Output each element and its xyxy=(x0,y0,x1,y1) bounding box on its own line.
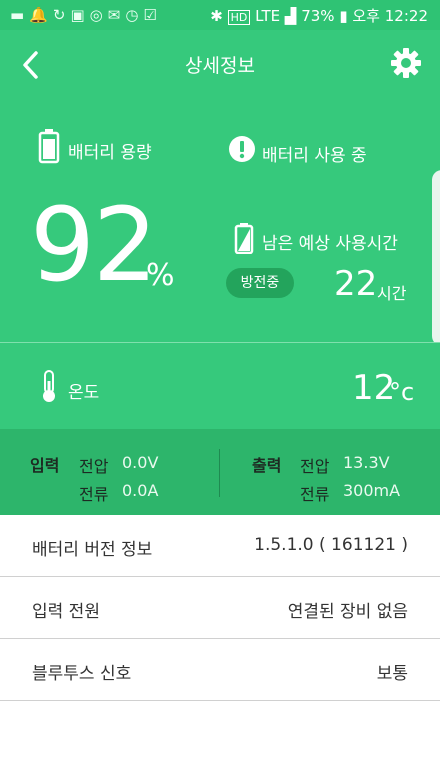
hd-icon: HD xyxy=(227,10,251,25)
status-bar: ▬🔔↻▣◎✉◷☑ ✱ HD LTE ▟ 73% ▮ 오후 12:22 xyxy=(0,0,440,30)
bell-icon: 🔔 xyxy=(29,6,53,24)
image-icon: ▣ xyxy=(70,6,90,24)
output-current: 300mA xyxy=(343,481,401,500)
input-voltage: 0.0V xyxy=(122,453,159,472)
io-divider xyxy=(219,449,220,497)
battery-icon xyxy=(38,129,60,164)
row-label: 입력 전원 xyxy=(32,602,100,622)
clock: 12:22 xyxy=(384,7,428,25)
output-voltage: 13.3V xyxy=(343,453,390,472)
thermometer-icon xyxy=(43,370,55,402)
row-label: 배터리 버전 정보 xyxy=(32,540,153,560)
message-icon: ▬ xyxy=(10,6,30,24)
info-row-bluetooth-signal: 블루투스 신호 보통 xyxy=(0,639,440,701)
bluetooth-icon: ✱ xyxy=(210,7,223,25)
battery-percent: 73% xyxy=(301,7,335,25)
row-value: 보통 xyxy=(376,664,408,684)
discharge-badge: 방전중 xyxy=(226,268,294,298)
io-panel xyxy=(0,429,440,515)
output-title: 출력 xyxy=(252,456,282,475)
remaining-label: 남은 예상 사용시간 xyxy=(262,234,398,254)
page-title: 상세정보 xyxy=(185,55,255,77)
hours-unit: 시간 xyxy=(377,284,407,303)
row-value: 1.5.1.0 ( 161121 ) xyxy=(254,535,408,555)
in-use-label: 배터리 사용 중 xyxy=(262,146,367,166)
row-value: 연결된 장비 없음 xyxy=(287,602,408,622)
alarm-icon: ◷ xyxy=(125,6,144,24)
sync-icon: ↻ xyxy=(52,6,71,24)
input-current-label: 전류 xyxy=(79,485,109,504)
network-type: LTE xyxy=(255,7,281,25)
status-right: ✱ HD LTE ▟ 73% ▮ 오후 12:22 xyxy=(210,5,428,26)
temperature-label: 온도 xyxy=(68,383,100,403)
info-row-input-power: 입력 전원 연결된 장비 없음 xyxy=(0,577,440,639)
checkmark-icon: ☑ xyxy=(143,6,162,24)
refresh-icon: ◎ xyxy=(89,6,108,24)
battery-percent-value: 92 xyxy=(30,186,158,305)
capacity-label: 배터리 용량 xyxy=(68,143,152,163)
alert-icon xyxy=(229,136,255,162)
gear-icon[interactable] xyxy=(389,46,423,80)
output-voltage-label: 전압 xyxy=(300,457,330,476)
input-current: 0.0A xyxy=(122,481,159,500)
signal-icon: ▟ xyxy=(284,7,297,25)
row-label: 블루투스 신호 xyxy=(32,664,132,684)
percent-unit: % xyxy=(146,258,175,293)
output-current-label: 전류 xyxy=(300,485,330,504)
side-handle[interactable] xyxy=(432,170,440,346)
ampm: 오후 xyxy=(352,7,380,25)
input-title: 입력 xyxy=(30,456,60,475)
mail-icon: ✉ xyxy=(107,6,126,24)
notification-icons: ▬🔔↻▣◎✉◷☑ xyxy=(10,6,162,24)
battery-icon: ▮ xyxy=(339,7,348,25)
input-voltage-label: 전압 xyxy=(79,457,109,476)
info-row-battery-version: 배터리 버전 정보 1.5.1.0 ( 161121 ) xyxy=(0,515,440,577)
temperature-unit: °c xyxy=(389,378,415,406)
battery-charging-icon xyxy=(234,223,254,254)
remaining-hours: 22 xyxy=(334,264,378,304)
